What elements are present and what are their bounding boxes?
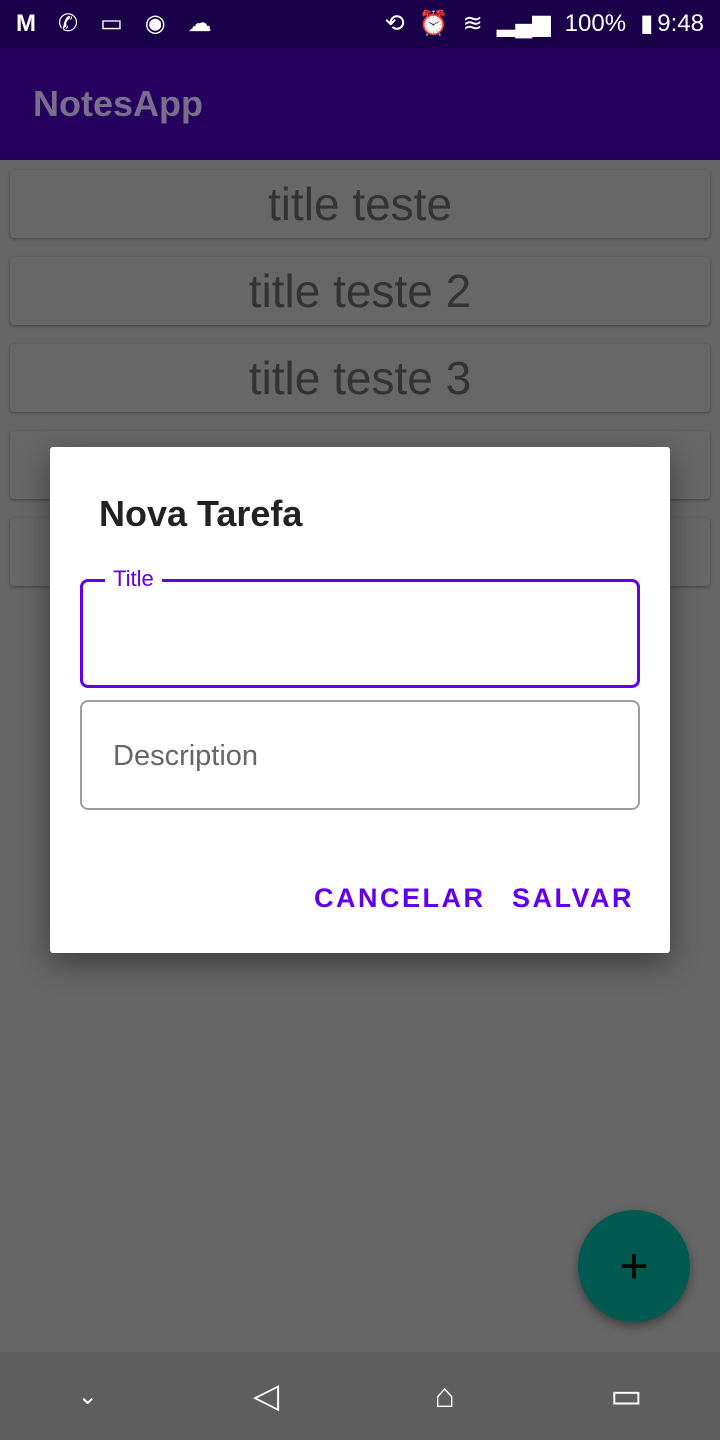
battery-level: 100% [564,10,627,37]
app-title: NotesApp [33,83,203,124]
title-input[interactable]: Title [80,566,640,688]
add-note-button[interactable]: + [578,1210,690,1322]
cloud-icon: ☁ [187,10,212,37]
gmail-icon: M [16,10,36,37]
plus-icon: + [619,1238,649,1294]
note-title: title teste 3 [248,352,472,404]
clock: 9:48 [657,10,704,37]
recents-icon[interactable]: ▭ [610,1376,642,1416]
record-icon: ◉ [144,10,166,37]
alarm-icon: ⏰ [418,10,449,37]
app-bar: NotesApp [0,48,720,160]
new-task-dialog: Nova Tarefa Title Description CANCELAR S… [50,447,670,953]
hide-nav-icon[interactable]: ⌄ [78,1382,98,1411]
signal-icon: ▂▄▆ [496,10,551,37]
status-bar: M ✆ ▭ ◉ ☁ ⟲ ⏰ ≋ ▂▄▆ 100% ▮ 9:48 [0,0,720,48]
whatsapp-icon: ✆ [58,10,79,37]
cancel-button[interactable]: CANCELAR [314,883,486,914]
battery-icon: ▮ [640,10,654,37]
note-card[interactable]: title teste 3 [10,344,710,412]
gallery-icon: ▭ [100,10,123,37]
save-button[interactable]: SALVAR [512,883,634,914]
note-title: title teste [267,178,453,230]
wifi-icon: ≋ [462,10,483,37]
note-card[interactable]: title teste [10,170,710,238]
note-card[interactable]: title teste 2 [10,257,710,325]
dialog-title: Nova Tarefa [99,493,303,534]
navigation-bar: ⌄ ◁ ⌂ ▭ [0,1352,720,1440]
description-placeholder: Description [113,740,259,772]
title-input-label: Title [105,566,162,592]
note-title: title teste 2 [248,265,472,317]
back-icon[interactable]: ◁ [253,1376,279,1416]
home-icon[interactable]: ⌂ [434,1377,455,1416]
description-input[interactable]: Description [80,700,640,810]
rotate-icon: ⟲ [384,10,405,37]
